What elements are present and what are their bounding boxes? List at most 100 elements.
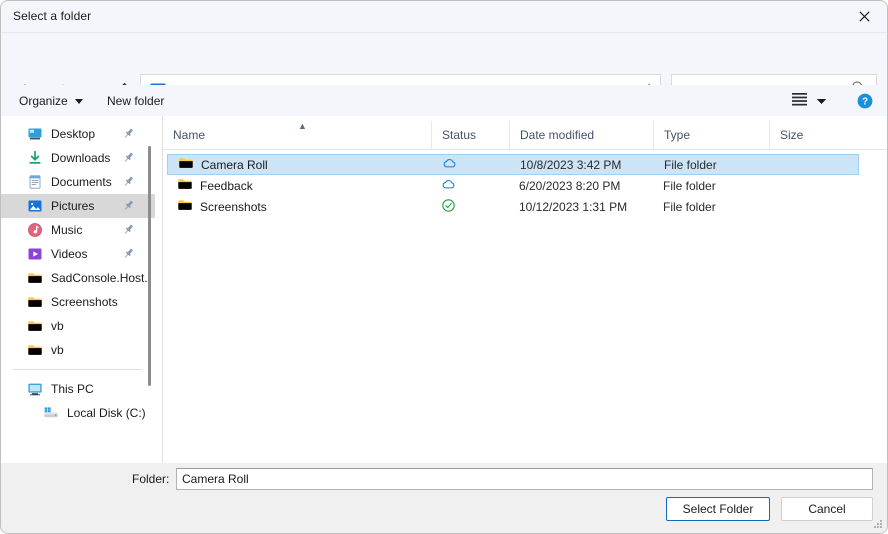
new-folder-label: New folder [107, 94, 164, 108]
check-circle-icon [441, 198, 456, 216]
title-bar: Select a folder [1, 1, 887, 33]
navigation-bar: › Andy - Personal › Pictures Search Pict… [1, 33, 887, 85]
sidebar-item-music[interactable]: Music [1, 218, 155, 242]
sidebar-item-label: Screenshots [51, 295, 118, 309]
sidebar-item-screenshots[interactable]: Screenshots [1, 290, 155, 314]
column-header-label: Date modified [520, 128, 594, 142]
sidebar-item-videos[interactable]: Videos [1, 242, 155, 266]
window-title: Select a folder [13, 9, 91, 23]
status-cell [441, 177, 456, 195]
chevron-down-icon [75, 99, 83, 104]
pin-icon[interactable] [122, 223, 135, 236]
folder-icon [27, 270, 43, 286]
sidebar-item-documents[interactable]: Documents [1, 170, 155, 194]
sidebar-item-local-disk-c[interactable]: Local Disk (C:) [1, 401, 155, 425]
folder-icon [177, 176, 193, 195]
sidebar-item-label: Videos [51, 247, 87, 261]
this-pc-icon [27, 381, 43, 397]
column-header-type[interactable]: Type [653, 121, 769, 149]
folder-icon [178, 155, 194, 174]
column-headers: Name▲ Status Date modified Type Size [163, 121, 887, 150]
sidebar-item-label: Pictures [51, 199, 94, 213]
type-cell: File folder [663, 200, 716, 214]
column-header-label: Size [780, 128, 803, 142]
videos-icon [27, 246, 43, 262]
sidebar-item-label: vb [51, 343, 64, 357]
folder-name-value: Camera Roll [182, 472, 249, 486]
pin-icon[interactable] [122, 199, 135, 212]
sidebar-item-downloads[interactable]: Downloads [1, 146, 155, 170]
column-header-name[interactable]: Name▲ [163, 121, 431, 149]
view-chevron-down-icon[interactable] [816, 92, 827, 110]
sidebar-item-label: Music [51, 223, 82, 237]
sidebar-item-label: Downloads [51, 151, 110, 165]
cloud-icon [442, 156, 457, 174]
sidebar-item-label: vb [51, 319, 64, 333]
column-header-date-modified[interactable]: Date modified [509, 121, 653, 149]
sidebar-item-desktop[interactable]: Desktop [1, 122, 155, 146]
sidebar-item-vb[interactable]: vb [1, 314, 155, 338]
sidebar-item-this-pc[interactable]: This PC [1, 377, 155, 401]
pictures-icon [27, 198, 43, 214]
file-name-cell: Screenshots [177, 197, 267, 216]
column-header-label: Status [442, 128, 476, 142]
folder-label: Folder: [132, 472, 169, 486]
column-header-size[interactable]: Size [769, 121, 887, 149]
pin-icon[interactable] [122, 247, 135, 260]
list-view-icon [791, 91, 808, 111]
command-bar: Organize New folder ? [1, 85, 887, 116]
folder-name-input[interactable]: Camera Roll [176, 468, 873, 490]
file-list-pane: Name▲ Status Date modified Type Size Camera … [163, 116, 887, 463]
sidebar-item-sadconsole-host[interactable]: SadConsole.Host. [1, 266, 155, 290]
help-circle-icon[interactable]: ? [857, 93, 873, 109]
sidebar-item-label: Documents [51, 175, 112, 189]
sidebar-item-label: This PC [51, 382, 94, 396]
status-cell [441, 198, 456, 216]
type-cell: File folder [663, 179, 716, 193]
pin-icon[interactable] [122, 151, 135, 164]
music-icon [27, 222, 43, 238]
status-cell [442, 156, 457, 174]
file-name-cell: Feedback [177, 176, 253, 195]
file-name-cell: Camera Roll [178, 155, 268, 174]
table-row[interactable]: Screenshots 10/12/2023 1:31 PM File folder [167, 196, 859, 217]
view-options-button[interactable] [791, 91, 827, 111]
cloud-icon [441, 177, 456, 195]
column-header-label: Name [173, 128, 205, 142]
date-modified-cell: 6/20/2023 8:20 PM [519, 179, 620, 193]
desktop-icon [27, 126, 43, 142]
column-header-status[interactable]: Status [431, 121, 509, 149]
sidebar-item-label: SadConsole.Host. [51, 271, 148, 285]
cancel-button[interactable]: Cancel [781, 497, 873, 521]
close-icon[interactable] [841, 1, 887, 32]
hard-drive-icon [43, 405, 59, 421]
pin-icon[interactable] [122, 127, 135, 140]
sidebar-item-vb[interactable]: vb [1, 338, 155, 362]
downloads-icon [27, 150, 43, 166]
pin-icon[interactable] [122, 175, 135, 188]
type-cell: File folder [664, 158, 717, 172]
date-modified-cell: 10/12/2023 1:31 PM [519, 200, 627, 214]
file-name-label: Screenshots [200, 200, 267, 214]
new-folder-button[interactable]: New folder [107, 91, 164, 111]
table-row[interactable]: Feedback 6/20/2023 8:20 PM File folder [167, 175, 859, 196]
sidebar-item-label: Local Disk (C:) [67, 406, 146, 420]
dialog-content: Desktop Downloads Documents Pictures Music Vi… [1, 116, 887, 463]
documents-icon [27, 174, 43, 190]
select-folder-button[interactable]: Select Folder [666, 497, 770, 521]
folder-icon [177, 197, 193, 216]
date-modified-cell: 10/8/2023 3:42 PM [520, 158, 621, 172]
organize-button[interactable]: Organize [19, 91, 83, 111]
table-row[interactable]: Camera Roll 10/8/2023 3:42 PM File folder [167, 154, 859, 175]
sidebar-scrollbar-thumb[interactable] [148, 146, 151, 386]
select-folder-dialog: Select a folder › And [0, 0, 888, 534]
folder-icon [27, 294, 43, 310]
folder-icon [27, 342, 43, 358]
folder-icon [27, 318, 43, 334]
sidebar-divider [13, 369, 143, 370]
sidebar-item-pictures[interactable]: Pictures [1, 194, 155, 218]
navigation-pane: Desktop Downloads Documents Pictures Music Vi… [1, 116, 155, 463]
file-name-label: Feedback [200, 179, 253, 193]
resize-grip[interactable] [874, 520, 884, 530]
column-header-label: Type [664, 128, 690, 142]
